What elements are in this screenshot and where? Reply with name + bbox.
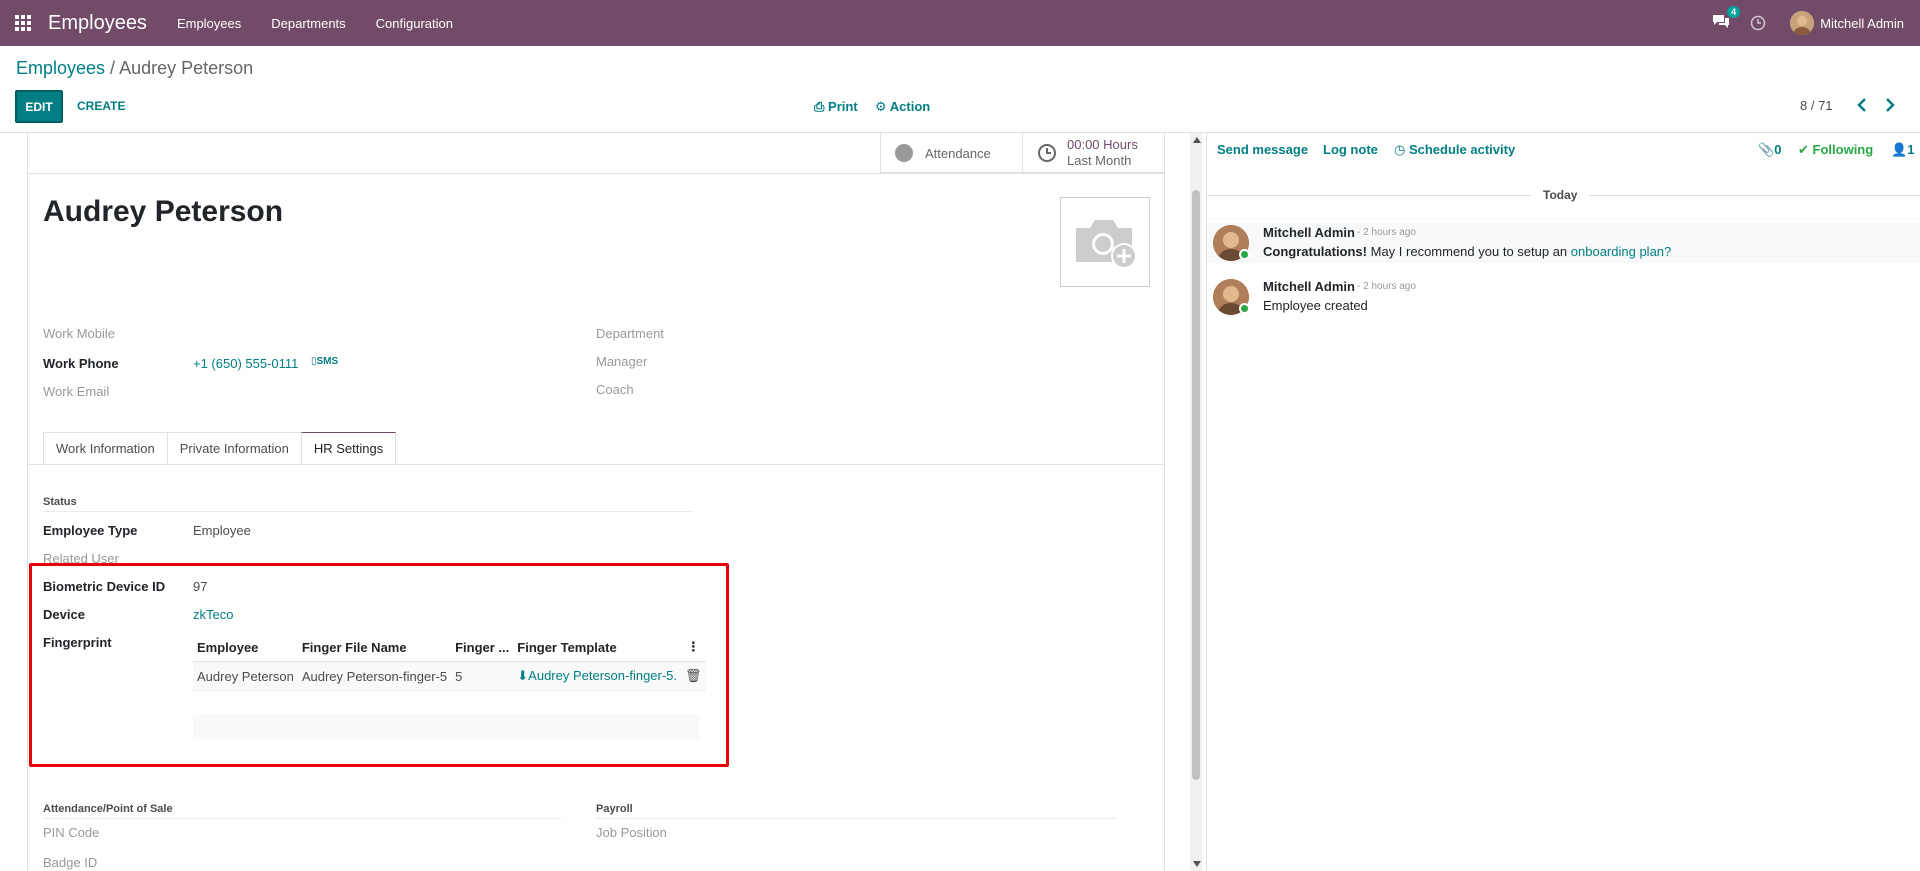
attendance-section-line [43, 818, 561, 819]
message-time: - 2 hours ago [1357, 227, 1416, 238]
coach-label: Coach [596, 382, 634, 397]
today-label: Today [1531, 188, 1590, 202]
onboarding-plan-link[interactable]: onboarding plan? [1571, 244, 1671, 259]
messages-count-badge: 4 [1727, 6, 1741, 18]
tab-work-information[interactable]: Work Information [43, 432, 168, 464]
work-phone-label: Work Phone [43, 356, 119, 371]
message-body: Employee created [1263, 298, 1368, 313]
employee-type-label: Employee Type [43, 523, 138, 538]
notebook-tabs: Work Information Private Information HR … [43, 432, 397, 464]
smart-button-box: Attendance 00:00 Hours Last Month [880, 133, 1164, 173]
user-icon: 👤 [1891, 142, 1908, 157]
apps-menu-icon[interactable] [0, 0, 46, 46]
message-author[interactable]: Mitchell Admin [1263, 279, 1355, 294]
create-button[interactable]: CREATE [77, 99, 125, 113]
menu-configuration[interactable]: Configuration [376, 16, 453, 31]
edit-button[interactable]: EDIT [15, 90, 63, 123]
work-mobile-label: Work Mobile [43, 326, 116, 341]
form-scrollbar-thumb[interactable] [1192, 190, 1200, 780]
clock-icon: ◷ [1394, 142, 1406, 157]
form-sheet: Attendance 00:00 Hours Last Month Audrey… [27, 133, 1165, 871]
chatter-panel: Send message Log note ◷ Schedule activit… [1206, 133, 1920, 871]
hours-value: 00:00 Hours [1067, 137, 1138, 152]
followers-button[interactable]: 👤1 [1891, 142, 1914, 158]
employee-type-value[interactable]: Employee [193, 523, 251, 538]
attendance-section-title: Attendance/Point of Sale [43, 803, 173, 815]
form-view: Attendance 00:00 Hours Last Month Audrey… [0, 133, 1180, 871]
chatter-message[interactable]: Mitchell Admin - 2 hours ago Employee cr… [1207, 277, 1920, 317]
work-email-label: Work Email [43, 384, 110, 399]
scroll-down-arrow-icon[interactable] [1193, 861, 1201, 867]
hours-stat-button[interactable]: 00:00 Hours Last Month [1022, 133, 1164, 173]
scroll-up-arrow-icon[interactable] [1193, 137, 1201, 143]
manager-label: Manager [596, 354, 648, 369]
action-button[interactable]: ⚙ Action [875, 99, 930, 115]
status-section-title: Status [43, 496, 77, 508]
message-body-bold: Congratulations! [1263, 244, 1367, 259]
followers-count: 1 [1907, 142, 1915, 157]
pager-previous-icon[interactable] [1855, 96, 1869, 114]
schedule-activity-label: Schedule activity [1408, 142, 1516, 157]
send-message-button[interactable]: Send message [1217, 142, 1308, 157]
sheet-divider [28, 173, 1164, 174]
breadcrumb-employees[interactable]: Employees [16, 58, 105, 78]
camera-add-icon [1076, 220, 1137, 269]
user-name[interactable]: Mitchell Admin [1820, 16, 1904, 31]
status-section-line [43, 511, 693, 512]
sms-label: SMS [316, 356, 339, 367]
app-brand[interactable]: Employees [48, 12, 147, 35]
action-label: Action [889, 99, 931, 114]
pin-code-label: PIN Code [43, 825, 100, 840]
tab-private-information[interactable]: Private Information [166, 432, 302, 464]
job-position-label: Job Position [596, 825, 667, 840]
pager-next-icon[interactable] [1883, 96, 1897, 114]
menu-departments[interactable]: Departments [271, 16, 345, 31]
pager-value[interactable]: 8 / 71 [1800, 98, 1833, 113]
clock-icon [1038, 144, 1056, 162]
attendance-status-icon [895, 144, 913, 162]
work-phone-value[interactable]: +1 (650) 555-0111 [193, 356, 298, 371]
attendance-label: Attendance [925, 145, 991, 161]
schedule-activity-button[interactable]: ◷ Schedule activity [1394, 142, 1515, 158]
tab-hr-settings[interactable]: HR Settings [300, 432, 397, 464]
badge-id-label: Badge ID [43, 855, 98, 870]
tabs-divider [28, 464, 1164, 465]
chatter-message[interactable]: Mitchell Admin - 2 hours ago Congratulat… [1207, 223, 1920, 263]
following-label: Following [1812, 142, 1874, 157]
highlight-box [29, 563, 729, 767]
online-status-icon [1239, 249, 1250, 260]
department-label: Department [596, 326, 664, 341]
print-button[interactable]: ⎙ Print [814, 99, 858, 115]
top-navbar: Employees Employees Departments Configur… [0, 0, 1920, 46]
breadcrumb: Employees / Audrey Peterson [16, 58, 253, 79]
paperclip-icon: 📎 [1758, 142, 1775, 157]
employee-name[interactable]: Audrey Peterson [43, 195, 283, 229]
hours-label: Last Month [1067, 153, 1132, 168]
check-icon: ✔ [1798, 142, 1809, 157]
payroll-section-line [596, 818, 1116, 819]
breadcrumb-separator: / [105, 58, 120, 78]
sms-button[interactable]: ▯SMS [311, 356, 338, 367]
log-note-button[interactable]: Log note [1323, 142, 1378, 157]
menu-employees[interactable]: Employees [177, 16, 241, 31]
attachments-count: 0 [1774, 142, 1782, 157]
attachments-button[interactable]: 📎0 [1758, 142, 1781, 158]
print-label: Print [828, 99, 858, 114]
following-button[interactable]: ✔ Following [1798, 142, 1873, 158]
user-avatar[interactable] [1790, 11, 1815, 35]
breadcrumb-current: Audrey Peterson [119, 58, 254, 78]
activity-clock-icon[interactable] [1750, 15, 1766, 31]
employee-photo[interactable] [1060, 197, 1150, 287]
attendance-stat-button[interactable]: Attendance [880, 133, 1022, 173]
message-body: Congratulations! May I recommend you to … [1263, 244, 1671, 259]
message-time: - 2 hours ago [1357, 281, 1416, 292]
print-icon: ⎙ [814, 99, 825, 114]
online-status-icon [1239, 303, 1250, 314]
payroll-section-title: Payroll [596, 803, 633, 815]
messages-icon[interactable]: 4 [1712, 6, 1741, 33]
message-author[interactable]: Mitchell Admin [1263, 225, 1355, 240]
message-body-text: May I recommend you to setup an [1367, 244, 1571, 259]
gear-icon: ⚙ [875, 99, 887, 114]
